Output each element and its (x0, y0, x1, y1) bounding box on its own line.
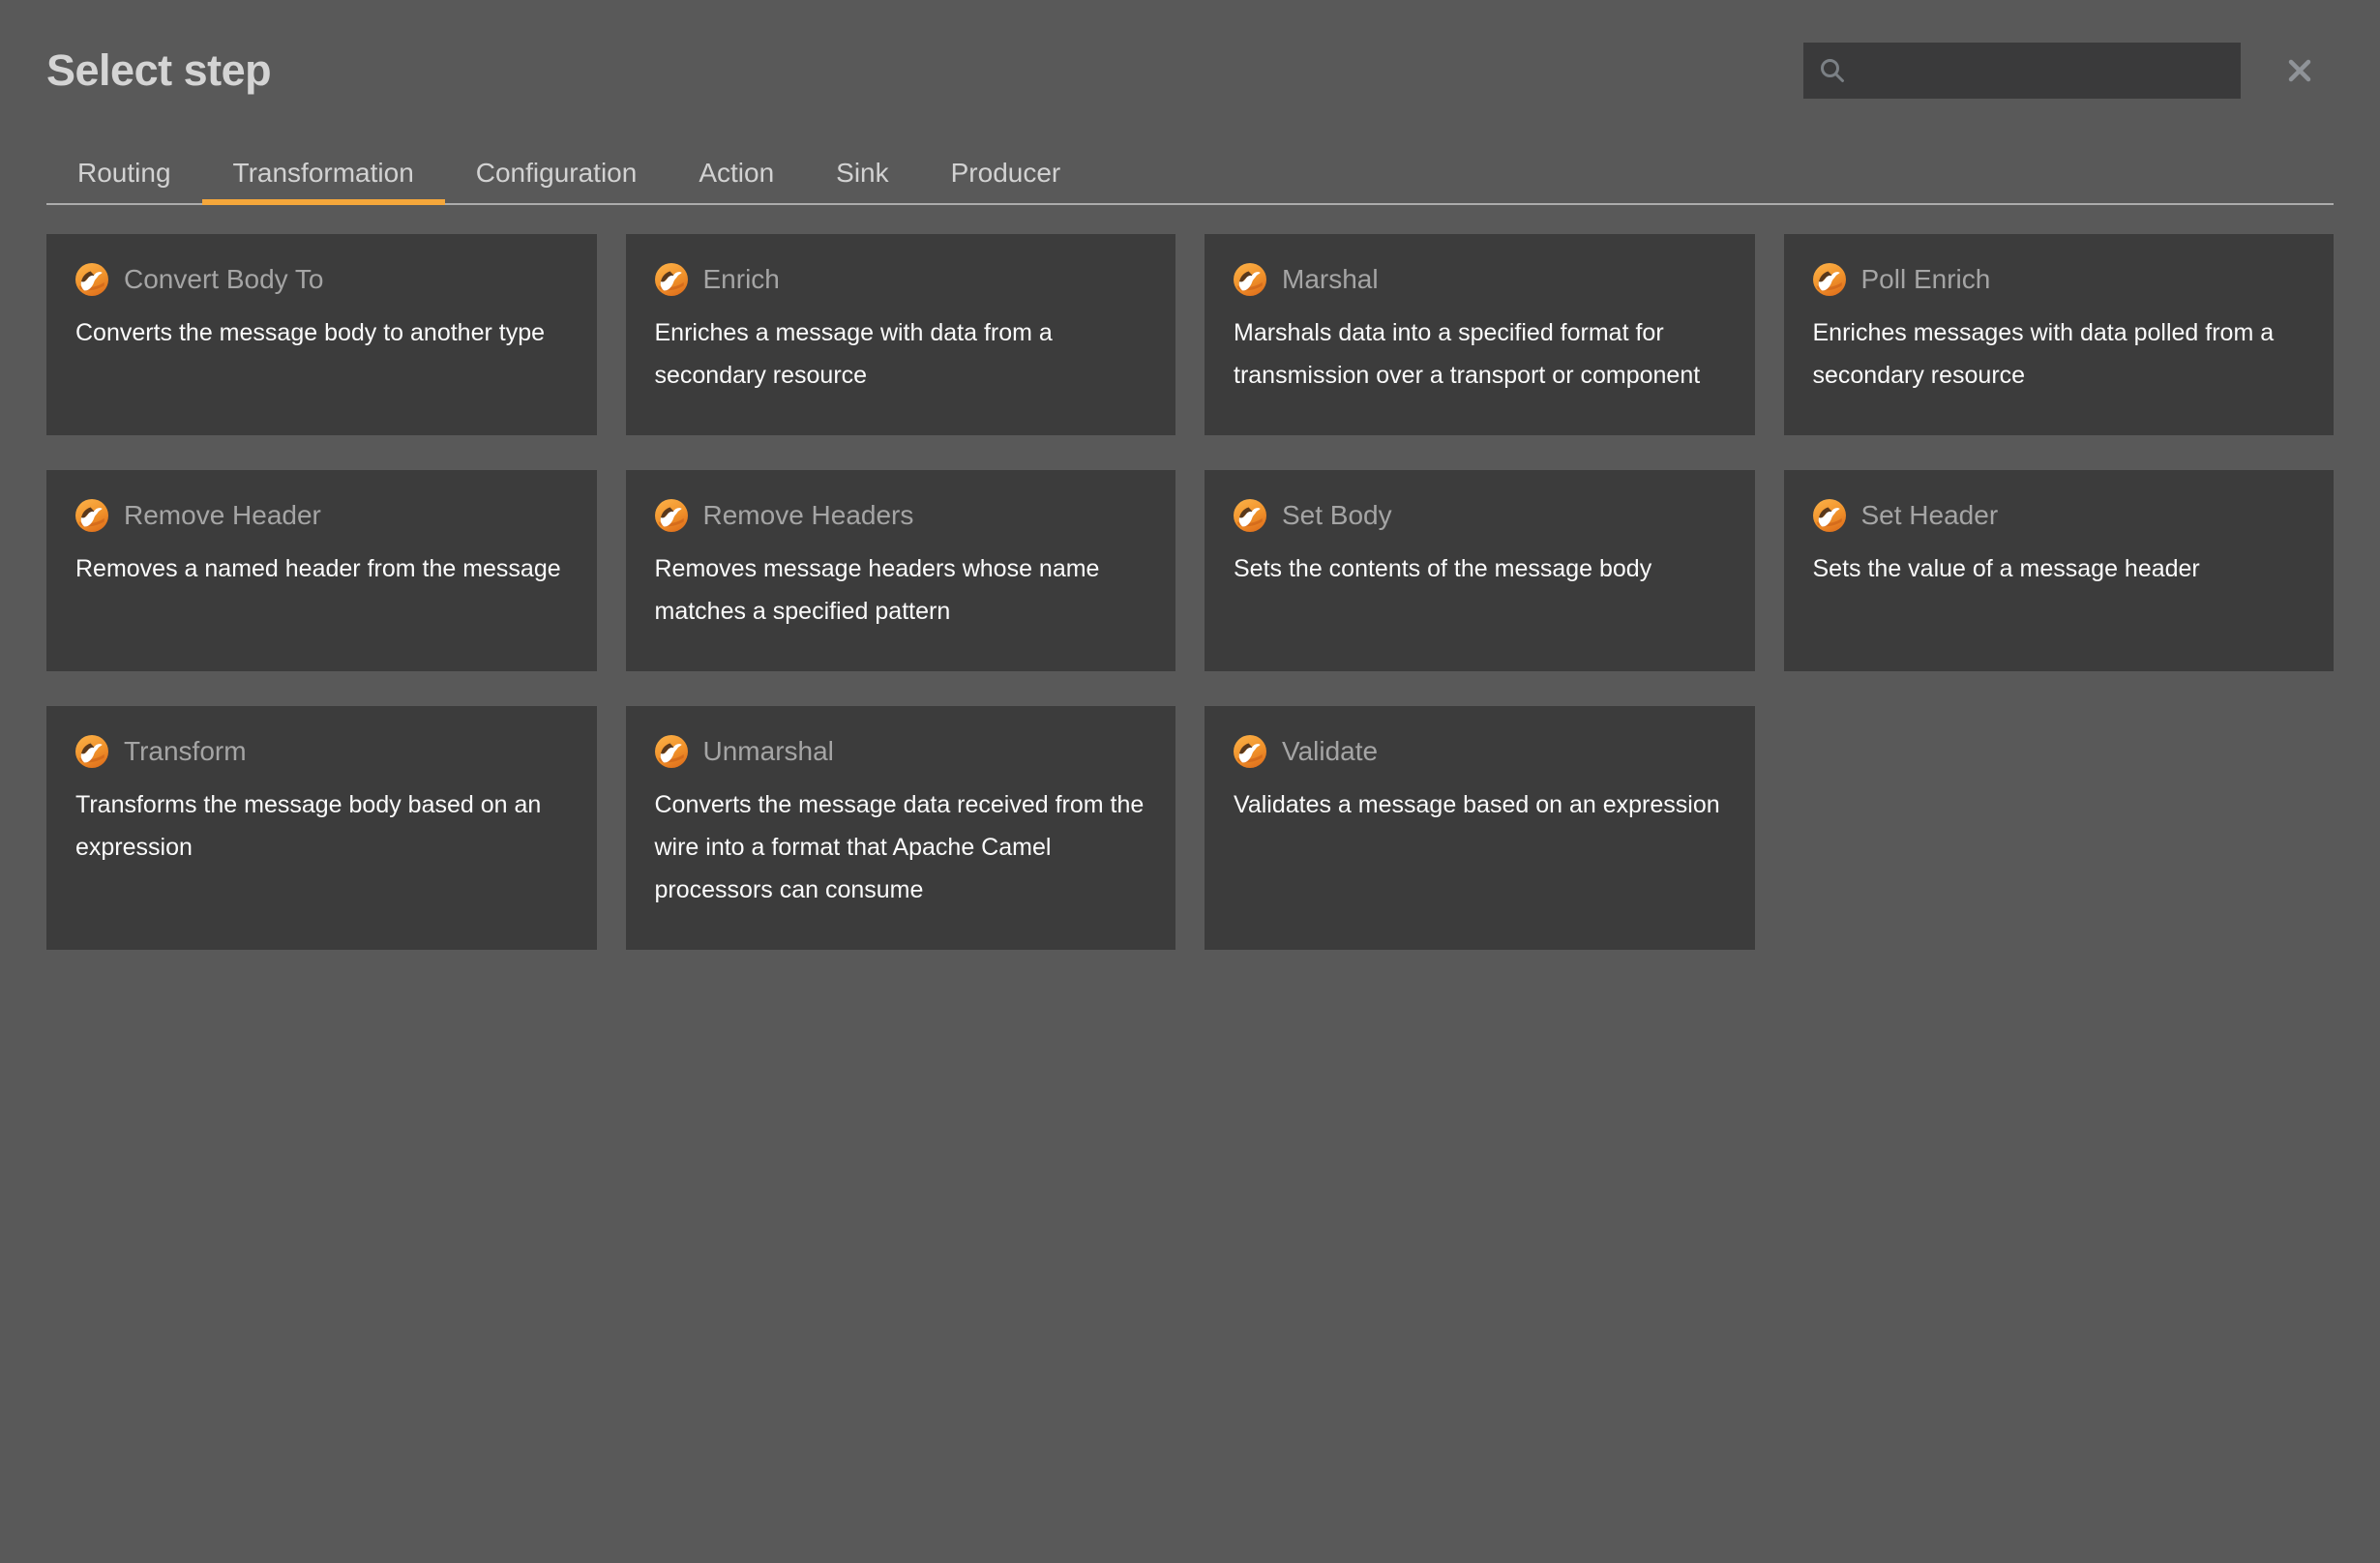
card-head: Set Header (1813, 499, 2306, 532)
card-head: Remove Header (75, 499, 568, 532)
card-head: Convert Body To (75, 263, 568, 296)
apache-camel-icon (1813, 499, 1846, 532)
apache-camel-icon (1234, 263, 1266, 296)
step-card-set-body[interactable]: Set Body Sets the contents of the messag… (1205, 470, 1755, 671)
tab-routing[interactable]: Routing (46, 141, 202, 205)
step-title: Marshal (1282, 264, 1379, 295)
apache-camel-icon (655, 263, 688, 296)
step-description: Transforms the message body based on an … (75, 783, 568, 869)
card-head: Poll Enrich (1813, 263, 2306, 296)
step-card-set-header[interactable]: Set Header Sets the value of a message h… (1784, 470, 2335, 671)
step-card-marshal[interactable]: Marshal Marshals data into a specified f… (1205, 234, 1755, 435)
step-description: Converts the message body to another typ… (75, 311, 568, 354)
card-head: Validate (1234, 735, 1726, 768)
tab-producer[interactable]: Producer (920, 141, 1092, 205)
step-description: Validates a message based on an expressi… (1234, 783, 1726, 826)
search-input[interactable] (1803, 43, 2241, 99)
dialog-header: Select step (0, 0, 2380, 99)
step-description: Converts the message data received from … (655, 783, 1147, 911)
step-card-poll-enrich[interactable]: Poll Enrich Enriches messages with data … (1784, 234, 2335, 435)
card-head: Enrich (655, 263, 1147, 296)
step-description: Marshals data into a specified format fo… (1234, 311, 1726, 397)
card-head: Transform (75, 735, 568, 768)
step-card-remove-header[interactable]: Remove Header Removes a named header fro… (46, 470, 597, 671)
step-title: Unmarshal (703, 736, 834, 767)
apache-camel-icon (1234, 499, 1266, 532)
card-head: Set Body (1234, 499, 1726, 532)
steps-grid: Convert Body To Converts the message bod… (46, 234, 2334, 950)
tab-sink[interactable]: Sink (805, 141, 919, 205)
apache-camel-icon (75, 263, 108, 296)
step-description: Removes message headers whose name match… (655, 547, 1147, 633)
step-card-unmarshal[interactable]: Unmarshal Converts the message data rece… (626, 706, 1176, 950)
step-title: Set Body (1282, 500, 1392, 531)
step-title: Validate (1282, 736, 1378, 767)
apache-camel-icon (75, 735, 108, 768)
tab-transformation[interactable]: Transformation (202, 141, 445, 205)
apache-camel-icon (75, 499, 108, 532)
step-description: Sets the value of a message header (1813, 547, 2306, 590)
close-icon (2285, 56, 2314, 85)
step-description: Enriches a message with data from a seco… (655, 311, 1147, 397)
apache-camel-icon (1813, 263, 1846, 296)
tab-action[interactable]: Action (668, 141, 805, 205)
step-title: Set Header (1861, 500, 1999, 531)
header-controls (1803, 43, 2334, 99)
apache-camel-icon (655, 499, 688, 532)
card-head: Remove Headers (655, 499, 1147, 532)
step-card-convert-body-to[interactable]: Convert Body To Converts the message bod… (46, 234, 597, 435)
step-description: Sets the contents of the message body (1234, 547, 1726, 590)
step-title: Poll Enrich (1861, 264, 1991, 295)
tab-bar: Routing Transformation Configuration Act… (46, 141, 2334, 205)
tab-configuration[interactable]: Configuration (445, 141, 669, 205)
page-title: Select step (46, 45, 271, 96)
search-box (1803, 43, 2241, 99)
apache-camel-icon (1234, 735, 1266, 768)
step-title: Transform (124, 736, 247, 767)
select-step-dialog: Select step Routing Transformation Confi… (0, 0, 2380, 1563)
step-title: Enrich (703, 264, 780, 295)
step-description: Removes a named header from the message (75, 547, 568, 590)
step-description: Enriches messages with data polled from … (1813, 311, 2306, 397)
step-title: Remove Headers (703, 500, 914, 531)
card-head: Unmarshal (655, 735, 1147, 768)
step-title: Remove Header (124, 500, 321, 531)
step-card-validate[interactable]: Validate Validates a message based on an… (1205, 706, 1755, 950)
step-card-remove-headers[interactable]: Remove Headers Removes message headers w… (626, 470, 1176, 671)
step-card-enrich[interactable]: Enrich Enriches a message with data from… (626, 234, 1176, 435)
apache-camel-icon (655, 735, 688, 768)
card-head: Marshal (1234, 263, 1726, 296)
step-title: Convert Body To (124, 264, 324, 295)
close-button[interactable] (2266, 43, 2334, 99)
step-card-transform[interactable]: Transform Transforms the message body ba… (46, 706, 597, 950)
